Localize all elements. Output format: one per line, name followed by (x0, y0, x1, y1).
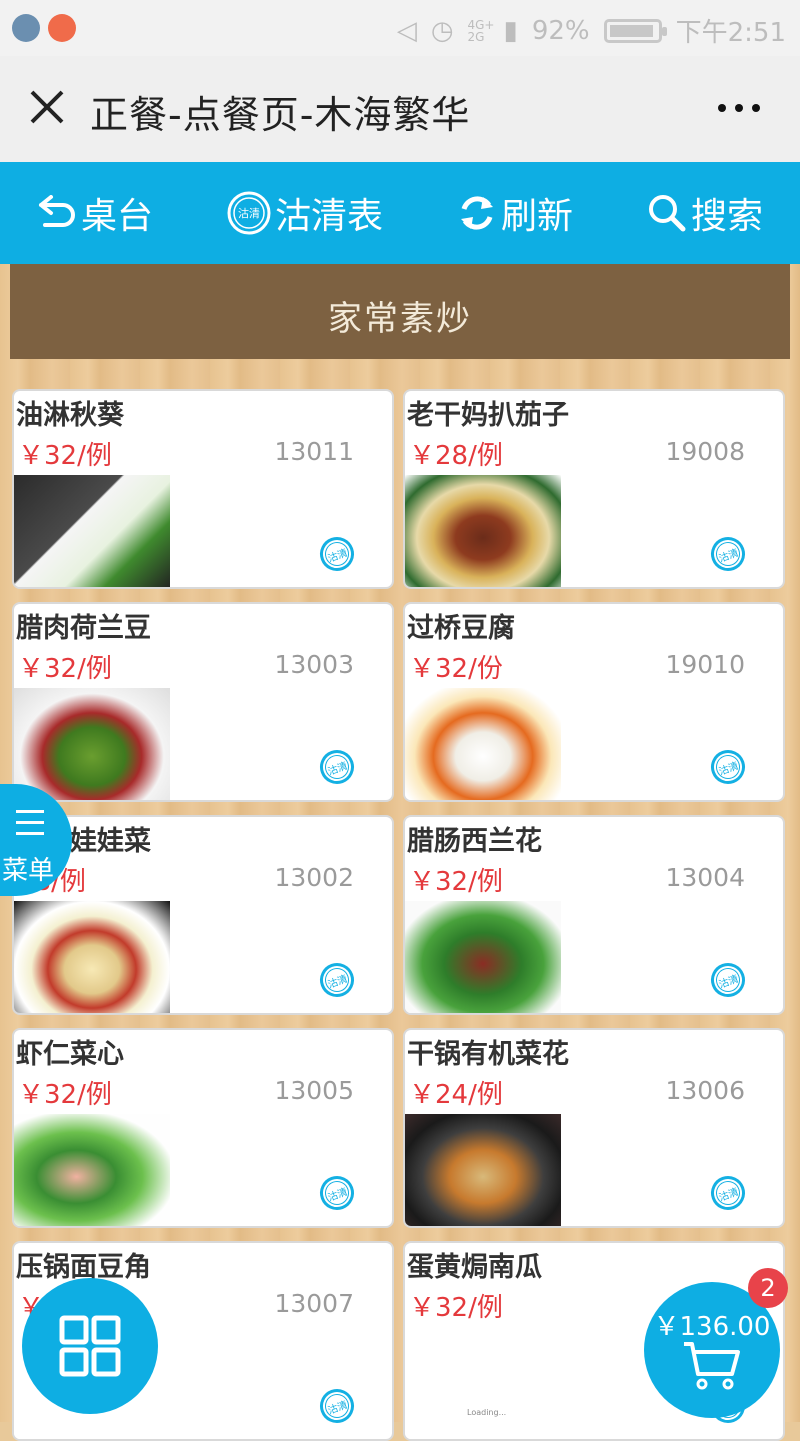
dish-photo (14, 1114, 170, 1226)
alert-notification-icon (48, 14, 76, 42)
dish-price: ￥32/例 (409, 1293, 503, 1323)
sold-out-stamp-icon[interactable]: 沽清 (315, 1384, 359, 1428)
dish-card[interactable]: 干锅有机菜花 ￥24/例 13006 沽清 (403, 1028, 785, 1228)
sold-out-stamp-icon[interactable]: 沽清 (315, 1171, 359, 1215)
sold-out-stamp-icon[interactable]: 沽清 (706, 532, 750, 576)
dish-card[interactable]: 过桥豆腐 ￥32/份 19010 沽清 (403, 602, 785, 802)
dish-card[interactable]: 老干妈扒茄子 ￥28/例 19008 沽清 (403, 389, 785, 589)
dish-code: 13007 (274, 1289, 354, 1318)
loading-indicator: Loading... (467, 1408, 507, 1417)
guqing-icon: 沽清 (227, 191, 271, 235)
app-title-bar: 正餐-点餐页-木海繁华 (0, 56, 800, 162)
sold-out-stamp-icon[interactable]: 沽清 (315, 958, 359, 1002)
dish-name: 过桥豆腐 (407, 613, 515, 644)
sold-out-stamp-icon[interactable]: 沽清 (706, 958, 750, 1002)
dish-photo (14, 688, 170, 800)
dish-card[interactable]: 腊肠西兰花 ￥32/例 13004 沽清 (403, 815, 785, 1015)
dish-photo (405, 475, 561, 587)
refresh-label: 刷新 (500, 196, 573, 237)
dish-photo (14, 901, 170, 1013)
cart-total: ￥136.00 (653, 1312, 771, 1342)
clock: 下午2:51 (675, 18, 786, 48)
dish-photo (405, 901, 561, 1013)
network-indicator: 4G+ 2G (467, 17, 495, 44)
svg-text:沽清: 沽清 (238, 207, 260, 220)
battery-icon (603, 18, 667, 43)
dish-price: ￥32/例 (18, 654, 112, 684)
dish-name: 干锅有机菜花 (407, 1039, 569, 1070)
dish-photo (405, 1114, 561, 1226)
back-arrow-icon (38, 195, 75, 227)
dish-code: 13003 (274, 650, 354, 679)
menu-button-label: 菜单 (2, 856, 55, 886)
signal-icon: ▮ (503, 15, 518, 46)
search-button[interactable]: 搜索 (647, 187, 763, 239)
dish-price: ￥32/例 (409, 867, 503, 897)
cart-count-badge: 2 (748, 1268, 788, 1308)
mute-icon: ◁ (396, 15, 417, 46)
dish-code: 13005 (274, 1076, 354, 1105)
grid-icon (59, 1315, 121, 1377)
dish-code: 13011 (274, 437, 354, 466)
sold-out-stamp-icon[interactable]: 沽清 (315, 532, 359, 576)
dish-photo (405, 1327, 561, 1439)
dish-card[interactable]: 虾仁菜心 ￥32/例 13005 沽清 (12, 1028, 394, 1228)
dish-code: 13006 (665, 1076, 745, 1105)
battery-percent: 92% (531, 15, 590, 46)
refresh-button[interactable]: 刷新 (457, 187, 573, 239)
tables-label: 桌台 (80, 196, 153, 237)
page-title: 正餐-点餐页-木海繁华 (90, 93, 471, 137)
more-options-icon[interactable] (718, 104, 760, 112)
close-icon[interactable] (26, 86, 68, 128)
action-toolbar: 桌台 沽清 沽清表 刷新 搜索 (0, 162, 800, 264)
gallery-notification-icon (12, 14, 40, 42)
dish-price: ￥32/例 (18, 1080, 112, 1110)
dish-price: ￥32/例 (18, 441, 112, 471)
dish-photo (405, 688, 561, 800)
grid-view-button[interactable] (22, 1278, 158, 1414)
guqing-list-label: 沽清表 (274, 196, 383, 237)
dish-price: ￥28/例 (409, 441, 503, 471)
tables-button[interactable]: 桌台 (37, 187, 153, 239)
hamburger-icon (16, 810, 44, 843)
dish-card[interactable]: 腊肉荷兰豆 ￥32/例 13003 沽清 (12, 602, 394, 802)
dish-name: 油淋秋葵 (16, 400, 124, 431)
dish-name: 腊肠西兰花 (407, 826, 542, 857)
alarm-icon: ◷ (430, 15, 454, 46)
dish-card[interactable]: 油淋秋葵 ￥32/例 13011 沽清 (12, 389, 394, 589)
guqing-list-button[interactable]: 沽清 沽清表 (227, 187, 383, 239)
dish-name: 腊肉荷兰豆 (16, 613, 151, 644)
dish-price: ￥32/份 (409, 654, 503, 684)
search-icon (648, 195, 686, 232)
dish-name: 蛋黄焗南瓜 (407, 1252, 542, 1283)
search-label: 搜索 (690, 196, 763, 237)
refresh-icon (460, 196, 493, 230)
sold-out-stamp-icon[interactable]: 沽清 (706, 745, 750, 789)
dish-photo (14, 475, 170, 587)
dish-name: 虾仁菜心 (16, 1039, 124, 1070)
cart-icon (684, 1342, 740, 1390)
dish-name: 老干妈扒茄子 (407, 400, 569, 431)
status-bar: ◁ ◷ 4G+ 2G ▮ 92% 下午2:51 (0, 0, 800, 56)
dish-price: ￥24/例 (409, 1080, 503, 1110)
dish-code: 13002 (274, 863, 354, 892)
dish-code: 19010 (665, 650, 745, 679)
dish-code: 13004 (665, 863, 745, 892)
category-header[interactable]: 家常素炒 (10, 264, 790, 359)
dish-code: 19008 (665, 437, 745, 466)
sold-out-stamp-icon[interactable]: 沽清 (706, 1171, 750, 1215)
sold-out-stamp-icon[interactable]: 沽清 (315, 745, 359, 789)
